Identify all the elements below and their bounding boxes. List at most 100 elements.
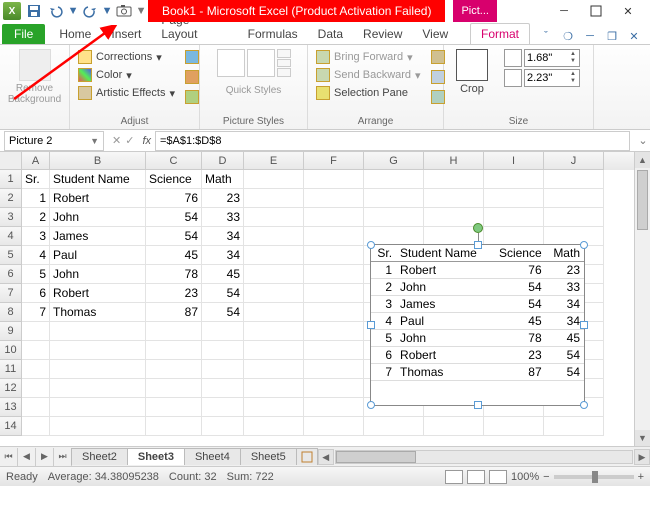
compress-pictures-button[interactable] [183, 49, 201, 65]
cell[interactable] [244, 170, 304, 189]
qat-customize-icon[interactable]: ▼ [136, 2, 146, 20]
cell[interactable]: 78 [146, 265, 202, 284]
gallery-up-icon[interactable] [277, 49, 291, 58]
cell[interactable] [22, 379, 50, 398]
cell[interactable] [244, 322, 304, 341]
excel-logo[interactable]: X [2, 2, 22, 20]
scroll-up-icon[interactable]: ▲ [635, 152, 650, 168]
cell[interactable]: Math [202, 170, 244, 189]
selection-handle[interactable] [474, 401, 482, 409]
sheet-nav-last-icon[interactable]: ⏭ [54, 448, 72, 466]
row-header[interactable]: 3 [0, 208, 22, 227]
cell[interactable]: 1 [22, 189, 50, 208]
cell[interactable] [304, 398, 364, 417]
picture-style-thumb[interactable] [247, 49, 275, 77]
page-layout-view-icon[interactable] [467, 470, 485, 484]
change-picture-button[interactable] [183, 69, 201, 85]
cell[interactable] [50, 360, 146, 379]
cell[interactable] [244, 265, 304, 284]
column-header[interactable]: F [304, 152, 364, 170]
cell[interactable] [484, 170, 544, 189]
cell[interactable]: 23 [146, 284, 202, 303]
sheet-nav-next-icon[interactable]: ▶ [36, 448, 54, 466]
name-box-dropdown-icon[interactable]: ▼ [90, 136, 99, 146]
hscroll-thumb[interactable] [336, 451, 416, 463]
formula-expand-icon[interactable]: ⌄ [636, 134, 650, 147]
cell[interactable] [304, 417, 364, 436]
hscroll-left-icon[interactable]: ◀ [318, 449, 334, 465]
cell[interactable] [244, 379, 304, 398]
minimize-icon[interactable]: ─ [552, 2, 576, 20]
sheet-tab[interactable]: Sheet3 [127, 448, 185, 465]
vertical-scrollbar[interactable]: ▲ ▼ [634, 152, 650, 446]
cell[interactable]: 54 [202, 284, 244, 303]
gallery-down-icon[interactable] [277, 59, 291, 68]
row-header[interactable]: 14 [0, 417, 22, 436]
selection-handle[interactable] [580, 321, 588, 329]
cell[interactable] [22, 398, 50, 417]
row-header[interactable]: 6 [0, 265, 22, 284]
maximize-icon[interactable] [584, 2, 608, 20]
cell[interactable]: Paul [50, 246, 146, 265]
cancel-formula-icon[interactable]: ✕ [112, 134, 121, 147]
cell[interactable] [50, 417, 146, 436]
column-header[interactable]: H [424, 152, 484, 170]
cell[interactable] [304, 227, 364, 246]
mdi-restore-icon[interactable]: ❐ [604, 28, 620, 44]
cell[interactable]: Science [146, 170, 202, 189]
camera-picture-object[interactable]: Sr.Student NameScienceMath1Robert76232Jo… [370, 244, 585, 406]
cell[interactable] [244, 303, 304, 322]
column-header[interactable]: B [50, 152, 146, 170]
cell[interactable]: 7 [22, 303, 50, 322]
quick-styles-button[interactable]: Quick Styles [226, 85, 282, 96]
selection-handle[interactable] [367, 321, 375, 329]
row-header[interactable]: 4 [0, 227, 22, 246]
cell[interactable]: John [50, 208, 146, 227]
cell[interactable] [304, 284, 364, 303]
insert-sheet-icon[interactable] [296, 448, 318, 465]
cell[interactable] [50, 341, 146, 360]
minimize-ribbon-icon[interactable]: ˇ [538, 28, 554, 44]
selection-pane-button[interactable]: Selection Pane [314, 85, 423, 101]
cell[interactable] [364, 208, 424, 227]
cell[interactable]: Robert [50, 189, 146, 208]
color-button[interactable]: Color ▾ [76, 67, 177, 83]
mdi-close-icon[interactable]: ✕ [626, 28, 642, 44]
row-header[interactable]: 1 [0, 170, 22, 189]
save-icon[interactable] [24, 2, 44, 20]
row-header[interactable]: 5 [0, 246, 22, 265]
cell[interactable] [50, 379, 146, 398]
name-box[interactable]: Picture 2 ▼ [4, 131, 104, 151]
cell[interactable] [244, 227, 304, 246]
cell[interactable] [424, 170, 484, 189]
zoom-level[interactable]: 100% [511, 471, 539, 483]
corrections-button[interactable]: Corrections ▾ [76, 49, 177, 65]
cell[interactable]: 45 [146, 246, 202, 265]
column-header[interactable]: E [244, 152, 304, 170]
cell[interactable]: 3 [22, 227, 50, 246]
cell[interactable] [146, 360, 202, 379]
formula-bar[interactable]: =$A$1:$D$8 [155, 131, 630, 151]
contextual-tool-tab[interactable]: Pict... [453, 0, 497, 22]
cell[interactable] [304, 379, 364, 398]
select-all-corner[interactable] [0, 152, 22, 170]
row-header[interactable]: 13 [0, 398, 22, 417]
undo-icon[interactable] [46, 2, 66, 20]
camera-icon[interactable] [114, 2, 134, 20]
tab-home[interactable]: Home [49, 24, 101, 44]
artistic-effects-button[interactable]: Artistic Effects ▾ [76, 85, 177, 101]
cell[interactable] [304, 322, 364, 341]
bring-forward-button[interactable]: Bring Forward ▾ [314, 49, 423, 65]
selection-handle[interactable] [474, 241, 482, 249]
zoom-out-icon[interactable]: − [543, 471, 549, 483]
qat-dropdown-icon-2[interactable]: ▼ [102, 2, 112, 20]
cell[interactable] [304, 170, 364, 189]
cell[interactable] [484, 417, 544, 436]
cell[interactable] [146, 341, 202, 360]
scroll-down-icon[interactable]: ▼ [635, 430, 650, 446]
cell[interactable] [50, 322, 146, 341]
cell[interactable] [146, 379, 202, 398]
row-header[interactable]: 9 [0, 322, 22, 341]
cell[interactable]: 54 [202, 303, 244, 322]
cell[interactable]: 54 [146, 208, 202, 227]
